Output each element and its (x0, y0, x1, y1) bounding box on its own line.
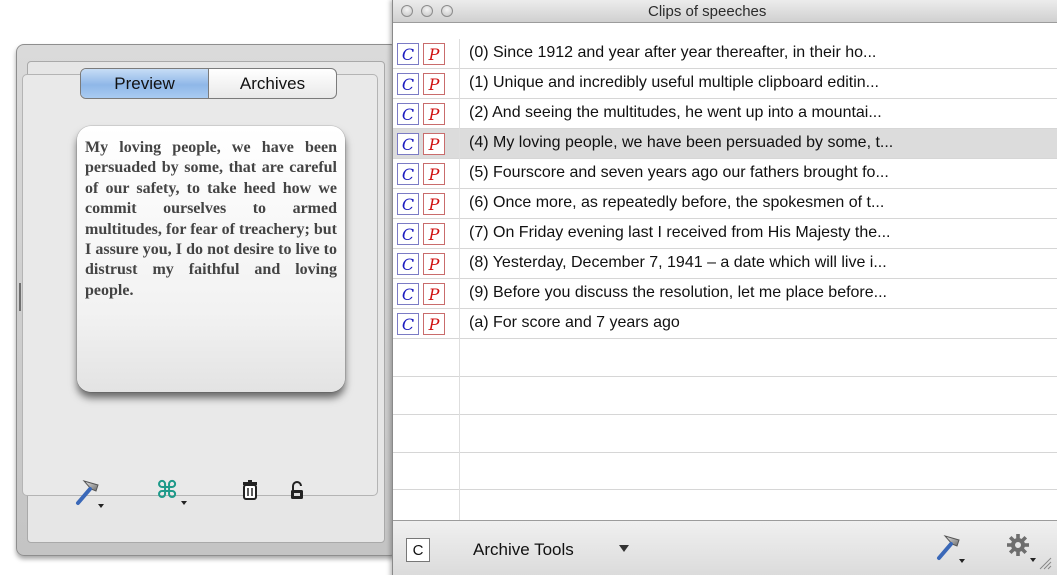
clip-row[interactable]: C P (6) Once more, as repeatedly before,… (393, 189, 1057, 219)
hammer-menu-icon[interactable] (72, 476, 106, 510)
tab-preview[interactable]: Preview (81, 69, 209, 98)
copy-clip-button[interactable]: C (397, 73, 419, 95)
column-divider (459, 39, 460, 520)
gear-menu-icon[interactable] (1005, 531, 1039, 565)
copy-clip-button[interactable]: C (397, 43, 419, 65)
clip-text: (8) Yesterday, December 7, 1941 – a date… (469, 254, 887, 271)
drawer-resize-grip[interactable] (19, 283, 21, 311)
screen: Preview Archives My loving people, we ha… (0, 0, 1057, 575)
paste-clip-button[interactable]: P (423, 73, 445, 95)
clip-text: (a) For score and 7 years ago (469, 314, 680, 331)
clip-preview-card: My loving people, we have been persuaded… (77, 126, 345, 392)
clip-text: (9) Before you discuss the resolution, l… (469, 284, 887, 301)
paste-clip-button[interactable]: P (423, 103, 445, 125)
copy-clip-button[interactable]: C (397, 133, 419, 155)
clip-row[interactable]: C P (1) Unique and incredibly useful mul… (393, 69, 1057, 99)
hammer-menu-icon[interactable] (933, 531, 967, 565)
clip-preview-text: My loving people, we have been persuaded… (85, 139, 337, 299)
clip-row[interactable]: C P (5) Fourscore and seven years ago ou… (393, 159, 1057, 189)
clip-text: (0) Since 1912 and year after year there… (469, 44, 877, 61)
trash-icon[interactable] (240, 478, 262, 504)
paste-clip-button[interactable]: P (423, 253, 445, 275)
copy-clip-button[interactable]: C (397, 223, 419, 245)
window-title: Clips of speeches (648, 3, 767, 20)
copy-all-button[interactable]: C (406, 538, 430, 562)
clip-text: (7) On Friday evening last I received fr… (469, 224, 891, 241)
clip-text: (6) Once more, as repeatedly before, the… (469, 194, 885, 211)
close-window-button[interactable] (401, 5, 413, 17)
clip-row[interactable]: C P (a) For score and 7 years ago (393, 309, 1057, 339)
empty-row (393, 415, 1057, 453)
clip-text: (1) Unique and incredibly useful multipl… (469, 74, 879, 91)
paste-clip-button[interactable]: P (423, 133, 445, 155)
clip-row[interactable]: C P (7) On Friday evening last I receive… (393, 219, 1057, 249)
paste-clip-button[interactable]: P (423, 283, 445, 305)
empty-row (393, 377, 1057, 415)
copy-clip-button[interactable]: C (397, 253, 419, 275)
lock-icon[interactable] (288, 480, 306, 502)
copy-clip-button[interactable]: C (397, 313, 419, 335)
clip-row[interactable]: C P (9) Before you discuss the resolutio… (393, 279, 1057, 309)
tab-archives[interactable]: Archives (209, 69, 336, 98)
minimize-window-button[interactable] (421, 5, 433, 17)
clip-row[interactable]: C P (8) Yesterday, December 7, 1941 – a … (393, 249, 1057, 279)
paste-clip-button[interactable]: P (423, 193, 445, 215)
copy-clip-button[interactable]: C (397, 193, 419, 215)
clip-row[interactable]: C P (2) And seeing the multitudes, he we… (393, 99, 1057, 129)
paste-clip-button[interactable]: P (423, 223, 445, 245)
archive-tools-menu[interactable]: Archive Tools (473, 540, 574, 560)
paste-clip-button[interactable]: P (423, 43, 445, 65)
clip-text: (4) My loving people, we have been persu… (469, 134, 894, 151)
zoom-window-button[interactable] (441, 5, 453, 17)
svg-text:⌘: ⌘ (156, 476, 178, 504)
window-titlebar: Clips of speeches (393, 0, 1057, 23)
bottom-toolbar: C Archive Tools (393, 520, 1057, 575)
clip-row[interactable]: C P (0) Since 1912 and year after year t… (393, 39, 1057, 69)
clip-text: (2) And seeing the multitudes, he went u… (469, 104, 882, 121)
empty-row (393, 339, 1057, 377)
paste-clip-button[interactable]: P (423, 163, 445, 185)
clip-row-selected[interactable]: C P (4) My loving people, we have been p… (393, 129, 1057, 159)
paste-clip-button[interactable]: P (423, 313, 445, 335)
window-resize-grip[interactable] (1038, 556, 1052, 570)
clip-text: (5) Fourscore and seven years ago our fa… (469, 164, 889, 181)
copy-clip-button[interactable]: C (397, 103, 419, 125)
copy-clip-button[interactable]: C (397, 283, 419, 305)
copy-clip-button[interactable]: C (397, 163, 419, 185)
empty-row (393, 453, 1057, 490)
chevron-down-icon[interactable] (619, 545, 629, 552)
clips-window: Clips of speeches C P (0) Since 1912 and… (392, 0, 1057, 575)
preview-archives-segmented-control: Preview Archives (80, 68, 337, 99)
command-key-menu-icon[interactable]: ⌘ (152, 474, 194, 508)
